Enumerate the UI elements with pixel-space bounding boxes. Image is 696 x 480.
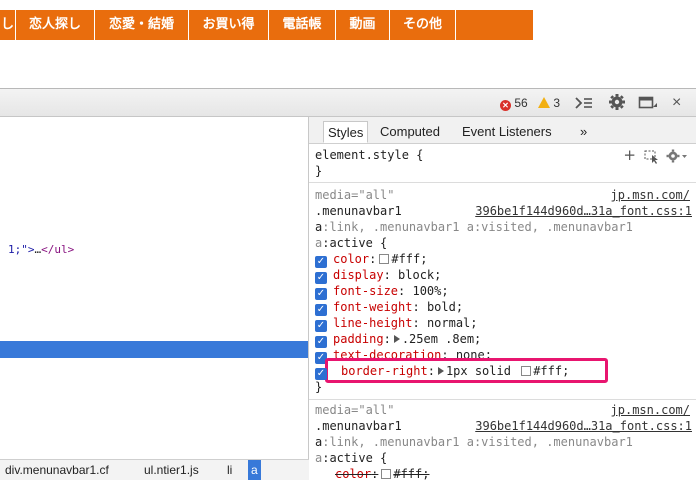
tab-event-listeners[interactable]: Event Listeners (458, 121, 556, 143)
prop-name: font-size (333, 284, 399, 298)
code-attr-tail: 1;"> (8, 243, 35, 256)
tab-computed[interactable]: Computed (376, 121, 444, 143)
dom-code-line[interactable]: 1;">…</ul> (8, 243, 74, 256)
warning-icon (538, 97, 550, 108)
warning-counter[interactable]: 3 (538, 89, 560, 117)
nav-item-denwacho[interactable]: 電話帳 (269, 10, 336, 40)
prop-row-display[interactable]: ✓ display: block; (315, 267, 442, 284)
breadcrumb-item[interactable]: li (224, 460, 235, 480)
rule2-selector[interactable]: .menunavbar1 (315, 418, 402, 434)
prop-name: padding (333, 332, 384, 346)
prop-row-border-right[interactable]: ✓ border-right: 1px solid #fff; (315, 363, 570, 380)
rule1-media: media="all" (315, 188, 395, 202)
tab-overflow[interactable]: » (576, 121, 591, 143)
prop-name: border-right (341, 364, 428, 378)
breadcrumb: div.menunavbar1.cf ul.ntier1.js li a (0, 459, 309, 480)
code-close-tag: </ul> (41, 243, 75, 256)
rule1-selector-line3[interactable]: a:active { (315, 235, 387, 251)
selector-rest: :link, .menunavbar1 a:visited, .menunavb… (322, 435, 633, 449)
expand-triangle-icon[interactable] (437, 367, 444, 375)
nav-item-koibito[interactable]: 恋人探し (16, 10, 95, 40)
prop-value-color: #fff; (533, 364, 570, 378)
nav-item-sonota[interactable]: その他 (390, 10, 456, 40)
rule2-media: media="all" (315, 403, 395, 417)
breadcrumb-item[interactable]: ul.ntier1.js (141, 460, 202, 480)
rule-separator (309, 399, 696, 400)
prop-name: display (333, 268, 384, 282)
prop-name: font-weight (333, 300, 413, 314)
expand-triangle-icon[interactable] (393, 335, 400, 343)
prop-value: #fff; (391, 252, 428, 266)
devtools-toolbar: ✕ 56 3 × (0, 88, 696, 117)
breadcrumb-item-active[interactable]: a (248, 460, 261, 480)
prop-value: #fff; (393, 467, 430, 480)
tab-styles[interactable]: Styles (323, 121, 369, 143)
nav-item-partial[interactable]: し (0, 10, 16, 40)
prop-name: line-height (333, 316, 413, 330)
prop-value: normal; (426, 316, 478, 330)
element-style-selector[interactable]: element.style { (315, 147, 423, 163)
selector-rest: :active { (322, 451, 388, 465)
console-drawer-icon[interactable] (575, 89, 593, 117)
rule1-selector[interactable]: .menunavbar1 (315, 203, 402, 219)
rule2-source-host[interactable]: jp.msn.com/ (611, 402, 690, 418)
sidebar-tabs: Styles Computed Event Listeners » (309, 117, 696, 144)
prop-name: color (335, 467, 372, 480)
element-style-close: } (315, 164, 323, 178)
gear-icon[interactable] (608, 89, 626, 117)
prop-row-font-weight[interactable]: ✓ font-weight: bold; (315, 299, 464, 316)
warning-count: 3 (553, 96, 561, 110)
color-swatch[interactable] (379, 254, 390, 264)
error-count: 56 (514, 96, 528, 110)
close-icon[interactable]: × (672, 89, 681, 117)
error-icon: ✕ (500, 100, 511, 111)
rule1-selector-line2[interactable]: a:link, .menunavbar1 a:visited, .menunav… (315, 219, 633, 235)
dock-side-icon[interactable] (638, 89, 658, 117)
prop-row-color[interactable]: ✓ color: #fff; (315, 251, 428, 268)
rule1-source-file[interactable]: 396be1f144d960d…31a_font.css:1 (475, 203, 692, 219)
site-navbar: し 恋人探し 恋愛・結婚 お買い得 電話帳 動画 その他 (0, 10, 533, 40)
prop-name: color (333, 252, 370, 266)
color-swatch[interactable] (381, 469, 392, 479)
rule-separator (309, 182, 696, 183)
prop-value: 100%; (412, 284, 449, 298)
webpage-area: し 恋人探し 恋愛・結婚 お買い得 電話帳 動画 その他 (0, 0, 696, 88)
nav-item-douga[interactable]: 動画 (336, 10, 390, 40)
elements-panel: 1;">…</ul> (0, 117, 308, 459)
selected-node-row[interactable] (0, 341, 308, 358)
prop-row-padding[interactable]: ✓ padding: .25em .8em; (315, 331, 482, 348)
color-swatch[interactable] (521, 366, 532, 376)
selector-rest: :active { (322, 236, 388, 250)
styles-sidebar: Styles Computed Event Listeners » elemen… (309, 117, 696, 480)
prop-row-line-height[interactable]: ✓ line-height: normal; (315, 315, 478, 332)
breadcrumb-item[interactable]: div.menunavbar1.cf (2, 460, 112, 480)
selector-rest: :link, .menunavbar1 a:visited, .menunavb… (322, 220, 633, 234)
element-state-icon[interactable] (644, 149, 660, 168)
rule2-source-file[interactable]: 396be1f144d960d…31a_font.css:1 (475, 418, 692, 434)
rule2-selector-line3[interactable]: a:active { (315, 450, 387, 466)
nav-item-okaidoku[interactable]: お買い得 (189, 10, 269, 40)
prop-value: block; (398, 268, 442, 282)
rule1-close: } (315, 380, 323, 394)
prop-value: .25em .8em; (401, 332, 482, 346)
rule1-source-host[interactable]: jp.msn.com/ (611, 187, 690, 203)
prop-value: bold; (426, 300, 464, 314)
settings-dropdown-icon[interactable] (666, 148, 688, 167)
nav-item-renai[interactable]: 恋愛・結婚 (95, 10, 189, 40)
prop-value: 1px solid (445, 364, 511, 378)
rule2-selector-line2[interactable]: a:link, .menunavbar1 a:visited, .menunav… (315, 434, 633, 450)
prop-row-font-size[interactable]: ✓ font-size: 100%; (315, 283, 449, 300)
add-rule-icon[interactable]: + (623, 146, 636, 164)
error-counter[interactable]: ✕ 56 (500, 89, 528, 117)
prop-row-color-overridden[interactable]: color: #fff; (335, 466, 429, 480)
